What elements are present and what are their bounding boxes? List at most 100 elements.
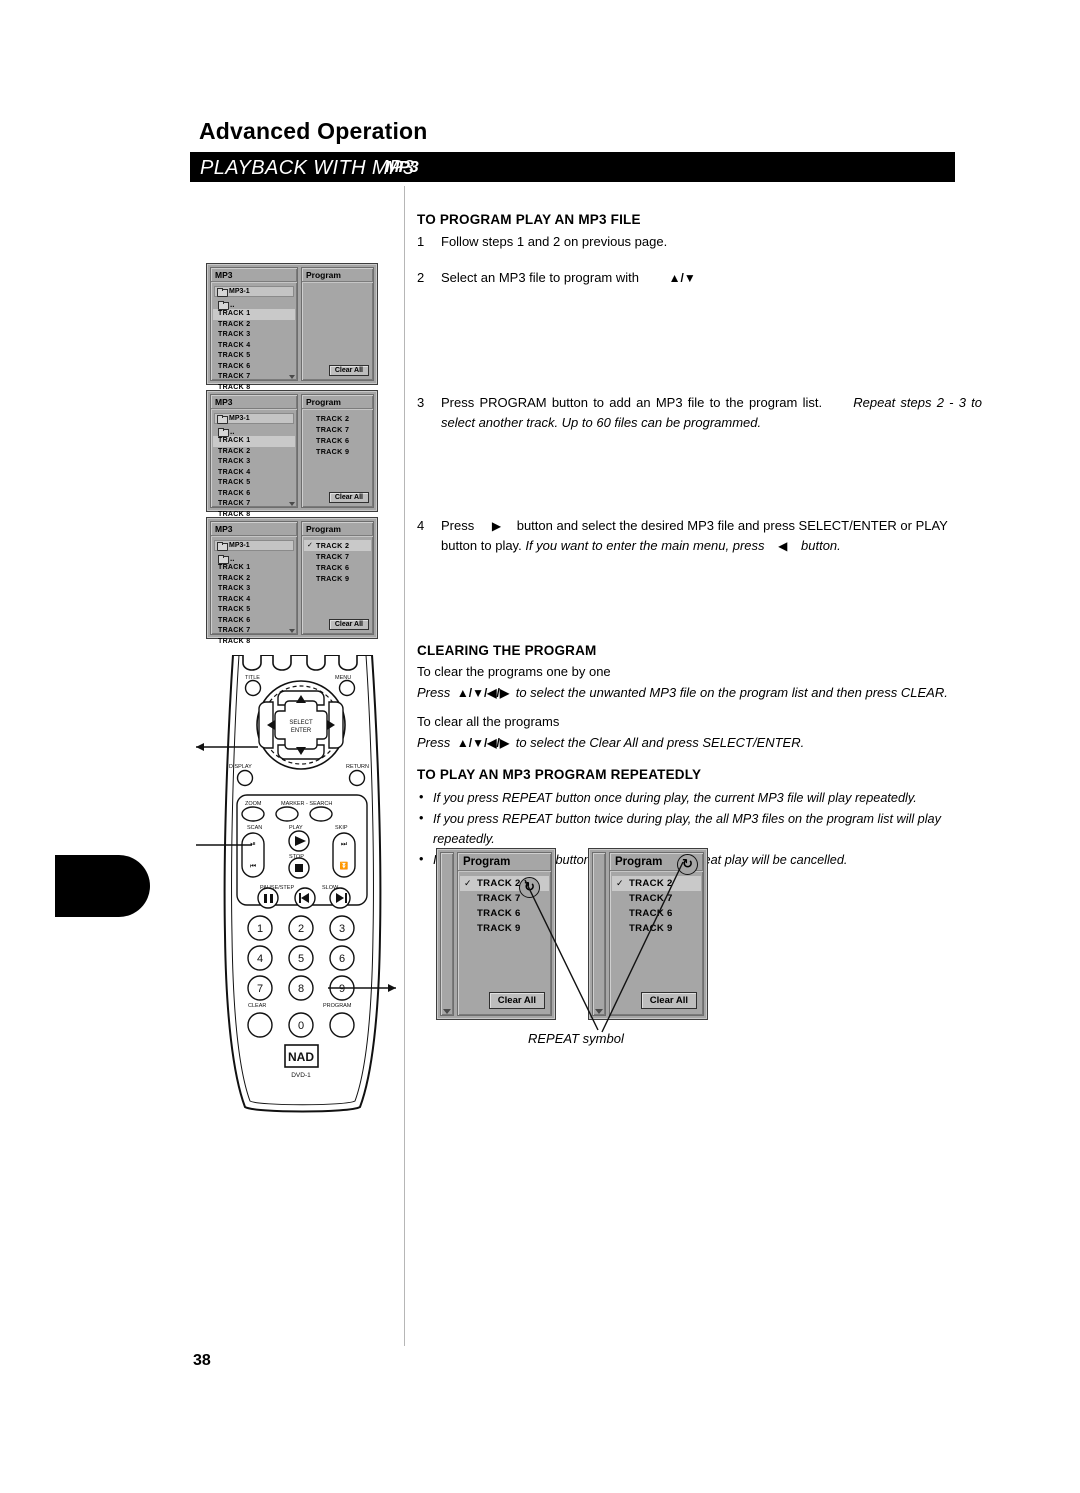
list-item[interactable]: TRACK 2 [304, 413, 371, 424]
step-4-italic-b: button. [801, 537, 841, 553]
list-item[interactable]: TRACK 6 [213, 616, 295, 627]
list-item-label: TRACK 2 [316, 541, 350, 550]
step-3-text: Press PROGRAM button to add an MP3 file … [441, 395, 823, 410]
list-item[interactable]: TRACK 3 [213, 584, 295, 595]
step-1-text: Follow steps 1 and 2 on previous page. [441, 234, 668, 249]
scroll-down-icon[interactable] [289, 375, 295, 379]
list-item[interactable]: TRACK 4 [213, 468, 295, 479]
folder-icon [218, 301, 229, 310]
mp3-file-pane: MP3 MP3-1 .. TRACK 1 TRACK 2 TRACK 3 TRA… [210, 394, 298, 518]
folder-icon [218, 555, 229, 564]
program-pane-header: Program [302, 268, 373, 282]
left-arrow-icon: ◀ [778, 538, 788, 553]
mp3-pane-header: MP3 [211, 395, 297, 409]
list-item[interactable]: TRACK 3 [213, 330, 295, 341]
mp3-pane-header: MP3 [211, 522, 297, 536]
svg-text:NAD: NAD [288, 1050, 314, 1064]
heading-program-play: TO PROGRAM PLAY AN MP3 FILE [417, 212, 641, 227]
program-pane-header: Program [302, 522, 373, 536]
page-number: 38 [193, 1352, 211, 1369]
list-item[interactable]: TRACK 1 [213, 563, 295, 574]
manual-page: Advanced Operation PLAYBACK WITH MP3 MP3… [0, 0, 1080, 1493]
remote-callout-lines [196, 743, 396, 992]
step-1-number: 1 [417, 234, 425, 249]
list-item[interactable]: TRACK 6 [213, 489, 295, 500]
clear-all-label: To clear all the programs [417, 714, 560, 729]
dpad-arrows-icon-2: ▲/▼/◀/▶ [456, 735, 510, 750]
list-item[interactable]: TRACK 6 [304, 562, 371, 573]
heading-clearing-program: CLEARING THE PROGRAM [417, 643, 597, 658]
disc-row[interactable]: MP3-1 [214, 286, 294, 297]
program-pane-header: Program [302, 395, 373, 409]
section-band: PLAYBACK WITH MP3 MP3 [190, 152, 955, 182]
parent-dir-row[interactable]: .. [213, 552, 295, 564]
program-pane: Program Clear All [301, 267, 374, 381]
list-item[interactable]: TRACK 2 [213, 320, 295, 331]
folder-icon [217, 288, 228, 297]
list-item[interactable]: TRACK 7 [304, 551, 371, 562]
mp3-file-pane: MP3 MP3-1 .. TRACK 1 TRACK 2 TRACK 3 TRA… [210, 267, 298, 391]
list-item: If you press REPEAT button once during p… [417, 787, 982, 809]
scroll-down-icon[interactable] [289, 502, 295, 506]
list-item[interactable]: TRACK 6 [213, 362, 295, 373]
clear-all-block: To clear all the programs Press ▲/▼/◀/▶ … [417, 713, 982, 753]
clear-all-rest: to select the Clear All and press SELECT… [515, 734, 805, 750]
list-item[interactable]: TRACK 4 [213, 341, 295, 352]
clear-all-instruction: Press ▲/▼/◀/▶ to select the Clear All an… [417, 734, 982, 753]
list-item[interactable]: TRACK 5 [213, 478, 295, 489]
list-item[interactable]: TRACK 1 [213, 309, 295, 320]
clear-all-button[interactable]: Clear All [328, 492, 369, 503]
list-item[interactable]: TRACK 1 [213, 436, 295, 447]
parent-dir-row[interactable]: .. [213, 425, 295, 437]
band-title: PLAYBACK WITH MP3 [200, 157, 415, 179]
svg-text:DVD-1: DVD-1 [291, 1072, 311, 1079]
clear-one-rest: to select the unwanted MP3 file on the p… [515, 684, 948, 700]
list-item[interactable]: TRACK 9 [304, 446, 371, 457]
disc-row[interactable]: MP3-1 [214, 540, 294, 551]
list-item[interactable]: TRACK 7 [304, 424, 371, 435]
list-item[interactable]: ✓ TRACK 2 [304, 540, 371, 551]
folder-icon [218, 428, 229, 437]
right-arrow-icon: ▶ [491, 519, 502, 533]
program-pane: Program TRACK 2 TRACK 7 TRACK 6 TRACK 9 … [301, 394, 374, 508]
clear-one-instruction: Press ▲/▼/◀/▶ to select the unwanted MP3… [417, 684, 982, 703]
step-4-number: 4 [417, 518, 425, 533]
folder-icon [217, 542, 228, 551]
list-item[interactable]: TRACK 5 [213, 605, 295, 616]
step-4: 4 Press ▶ button and select the desired … [417, 516, 982, 555]
mp3-logo: MP3 [385, 159, 419, 176]
list-item[interactable]: TRACK 7 [213, 372, 295, 383]
step-4-pre-text: Press [441, 518, 475, 533]
list-item[interactable]: TRACK 9 [304, 573, 371, 584]
list-item[interactable]: TRACK 4 [213, 595, 295, 606]
disc-row[interactable]: MP3-1 [214, 413, 294, 424]
disc-label: MP3-1 [229, 415, 250, 422]
repeat-leader-lines [524, 861, 684, 1033]
list-item[interactable]: TRACK 5 [213, 351, 295, 362]
program-pane: Program ✓ TRACK 2 TRACK 7 TRACK 6 TRACK … [301, 521, 374, 635]
list-item[interactable]: TRACK 7 [213, 499, 295, 510]
osd-screen-2: MP3 MP3-1 .. TRACK 1 TRACK 2 TRACK 3 TRA… [206, 390, 378, 518]
mp3-file-pane: MP3 MP3-1 .. TRACK 1 TRACK 2 TRACK 3 TRA… [210, 521, 298, 645]
list-item[interactable]: TRACK 8 [213, 637, 295, 648]
list-item[interactable]: TRACK 7 [213, 626, 295, 637]
parent-dir-label: .. [230, 553, 235, 563]
list-item[interactable]: TRACK 3 [213, 457, 295, 468]
clear-one-press: Press [417, 684, 451, 700]
step-2: 2 Select an MP3 file to program with ▲/▼ [417, 268, 982, 288]
list-item[interactable]: TRACK 6 [304, 435, 371, 446]
section-thumb-tab [55, 855, 150, 917]
step-3: 3 Press PROGRAM button to add an MP3 fil… [417, 393, 982, 432]
scroll-down-icon[interactable] [289, 629, 295, 633]
updown-arrows-icon: ▲/▼ [668, 271, 696, 285]
clear-one-label: To clear the programs one by one [417, 664, 611, 679]
parent-dir-row[interactable]: .. [213, 298, 295, 310]
step-1: 1 Follow steps 1 and 2 on previous page. [417, 232, 982, 252]
clear-all-button[interactable]: Clear All [328, 619, 369, 630]
step-4-italic-a: If you want to enter the main menu, pres… [525, 537, 765, 553]
list-item[interactable]: TRACK 2 [213, 447, 295, 458]
list-item[interactable]: TRACK 2 [213, 574, 295, 585]
clear-all-button[interactable]: Clear All [328, 365, 369, 376]
clear-all-press: Press [417, 734, 451, 750]
folder-icon [217, 415, 228, 424]
